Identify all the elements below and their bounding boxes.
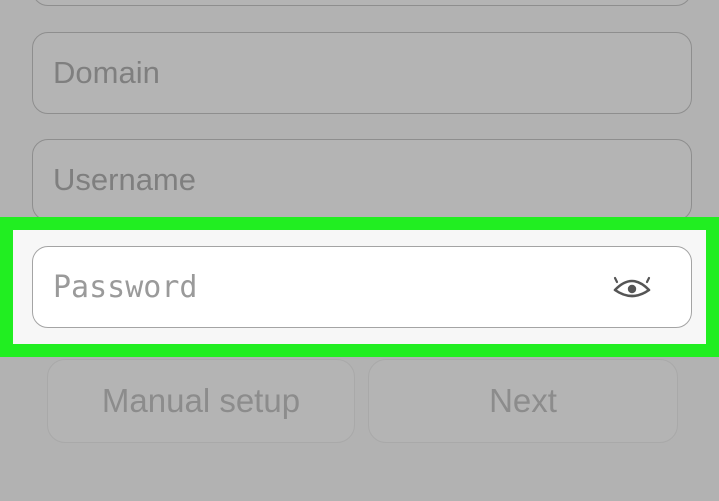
next-button[interactable]: Next <box>368 359 678 443</box>
password-field[interactable]: Password <box>32 246 692 328</box>
username-field[interactable]: Username <box>32 139 692 221</box>
domain-placeholder: Domain <box>53 55 160 90</box>
manual-setup-label: Manual setup <box>101 382 301 419</box>
domain-field[interactable]: Domain <box>32 32 692 114</box>
eye-icon[interactable] <box>611 266 653 308</box>
next-label: Next <box>489 382 557 419</box>
top-input-field[interactable] <box>32 0 692 6</box>
username-placeholder: Username <box>53 162 196 197</box>
password-highlight: Password <box>0 217 719 357</box>
manual-setup-button[interactable]: Manual setup <box>47 359 355 443</box>
password-placeholder: Password <box>53 269 198 305</box>
